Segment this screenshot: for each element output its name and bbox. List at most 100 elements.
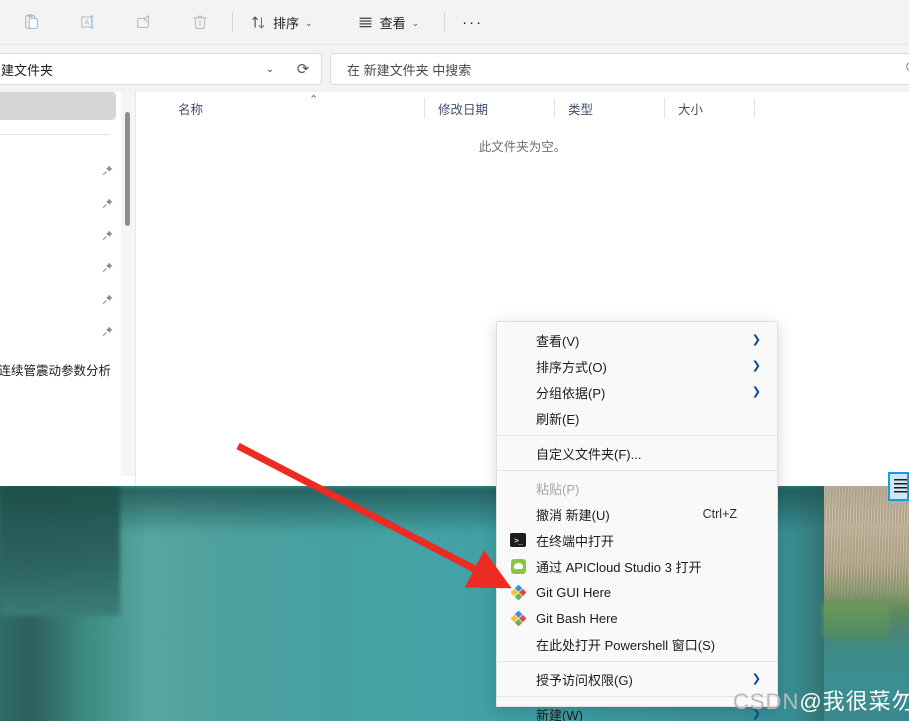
column-header-name[interactable]: 名称 ⌃ — [164, 92, 424, 124]
menu-item-git-bash-here[interactable]: Git Bash Here — [497, 605, 777, 631]
context-menu: 查看(V) ❯ 排序方式(O) ❯ 分组依据(P) ❯ 刷新(E) 自定义文件夹… — [496, 321, 778, 721]
menu-item-shortcut: Ctrl+Z — [702, 507, 737, 521]
chevron-right-icon: ❯ — [751, 385, 761, 398]
address-chevron-down-icon[interactable]: ⌄ — [255, 64, 285, 75]
ellipsis-icon: ··· — [462, 13, 484, 31]
menu-item-label: 撤消 新建(U) — [536, 507, 610, 523]
sidebar-divider — [0, 134, 110, 135]
menu-item-label: 粘贴(P) — [536, 481, 580, 497]
menu-item-label: Git Bash Here — [536, 610, 618, 626]
sidebar-item-label-clipped[interactable]: 的连续管震动参数分析 — [0, 360, 122, 379]
apicloud-icon — [510, 558, 526, 574]
paste-button[interactable] — [8, 6, 56, 38]
column-header-row: 名称 ⌃ 修改日期 类型 大小 — [136, 92, 909, 124]
share-button[interactable] — [120, 6, 168, 38]
hamburger-lines-icon — [894, 479, 907, 493]
sort-icon — [252, 16, 265, 28]
column-header-size[interactable]: 大小 — [664, 92, 754, 124]
git-icon — [510, 584, 526, 600]
menu-separator-1 — [497, 435, 777, 436]
refresh-icon[interactable]: ⟳ — [285, 60, 321, 78]
menu-item-git-gui-here[interactable]: Git GUI Here — [497, 579, 777, 605]
menu-separator-3 — [497, 661, 777, 662]
pin-icon[interactable] — [101, 261, 114, 274]
sidebar-item-selected[interactable] — [0, 92, 116, 120]
wallpaper-reeds-texture — [824, 486, 909, 596]
column-header-type[interactable]: 类型 — [554, 92, 664, 124]
menu-item-paste: 粘贴(P) — [497, 475, 777, 501]
svg-text:A: A — [84, 18, 89, 27]
pin-icon[interactable] — [101, 229, 114, 242]
menu-separator-2 — [497, 470, 777, 471]
menu-item-label: 排序方式(O) — [536, 359, 607, 375]
screen: A 排序 ⌄ 查看 ⌄ ··· 建文件夹 ⌄ ⟳ 在 新建文件夹 中搜索 连续管… — [0, 0, 909, 721]
sort-button[interactable]: 排序 ⌄ — [241, 6, 322, 38]
chevron-right-icon: ❯ — [751, 359, 761, 372]
menu-item-group-by[interactable]: 分组依据(P) ❯ — [497, 379, 777, 405]
column-divider-4[interactable] — [754, 98, 755, 118]
sidebar-item-4[interactable] — [0, 261, 118, 283]
menu-item-open-in-terminal[interactable]: >_ 在终端中打开 — [497, 527, 777, 553]
sort-ascending-icon: ⌃ — [309, 94, 319, 106]
menu-item-label: Git GUI Here — [536, 584, 612, 600]
csdn-watermark: CSDN@我很菜勿喷 — [733, 684, 909, 716]
rename-button[interactable]: A — [64, 6, 112, 38]
wallpaper-dark-reflection — [0, 486, 120, 616]
sidebar-item-2[interactable] — [0, 197, 118, 219]
column-header-date-modified[interactable]: 修改日期 — [424, 92, 554, 124]
menu-item-open-with-apicloud-studio[interactable]: 通过 APICloud Studio 3 打开 — [497, 553, 777, 579]
pin-icon[interactable] — [101, 164, 114, 177]
watermark-handle: @我很菜勿喷 — [799, 689, 909, 714]
chevron-right-icon: ❯ — [751, 333, 761, 346]
sidebar-scrollbar-thumb[interactable] — [125, 112, 130, 226]
menu-item-refresh[interactable]: 刷新(E) — [497, 405, 777, 431]
share-icon — [137, 15, 150, 28]
menu-item-open-powershell-here[interactable]: 在此处打开 Powershell 窗口(S) — [497, 631, 777, 657]
menu-item-customize-folder[interactable]: 自定义文件夹(F)... — [497, 440, 777, 466]
address-path-text: 建文件夹 — [1, 62, 54, 78]
menu-item-label: 在此处打开 Powershell 窗口(S) — [536, 637, 716, 653]
sort-label: 排序 — [273, 15, 300, 31]
rename-icon: A — [81, 15, 94, 29]
sidebar-item-6[interactable] — [0, 325, 118, 347]
pin-icon[interactable] — [101, 197, 114, 210]
menu-item-label: 查看(V) — [536, 333, 580, 349]
git-icon — [510, 610, 526, 626]
column-type-label: 类型 — [568, 102, 594, 117]
menu-item-label: 通过 APICloud Studio 3 打开 — [536, 559, 702, 575]
address-bar[interactable]: 建文件夹 ⌄ ⟳ — [0, 53, 322, 85]
paste-icon — [25, 14, 38, 29]
column-name-label: 名称 — [178, 102, 204, 117]
pin-icon[interactable] — [101, 293, 114, 306]
sidebar-item-3[interactable] — [0, 229, 118, 251]
menu-item-sort-by[interactable]: 排序方式(O) ❯ — [497, 353, 777, 379]
search-box[interactable]: 在 新建文件夹 中搜索 — [330, 53, 909, 85]
menu-item-label: 授予访问权限(G) — [536, 672, 633, 688]
column-size-label: 大小 — [678, 102, 704, 117]
menu-item-label: 刷新(E) — [536, 411, 580, 427]
chevron-down-icon: ⌄ — [305, 17, 313, 28]
view-button[interactable]: 查看 ⌄ — [348, 6, 429, 38]
sidebar-item-5[interactable] — [0, 293, 118, 315]
view-label: 查看 — [379, 15, 406, 31]
menu-item-view[interactable]: 查看(V) ❯ — [497, 327, 777, 353]
view-list-icon — [359, 17, 372, 27]
wallpaper-green-bank — [823, 604, 889, 638]
menu-item-undo-new[interactable]: 撤消 新建(U) Ctrl+Z — [497, 501, 777, 527]
chevron-down-icon: ⌄ — [411, 17, 420, 28]
column-date-label: 修改日期 — [438, 102, 489, 117]
menu-item-label: 自定义文件夹(F)... — [536, 446, 642, 462]
delete-button[interactable] — [176, 6, 224, 38]
menu-lines-widget[interactable] — [888, 472, 909, 501]
search-placeholder: 在 新建文件夹 中搜索 — [347, 62, 472, 78]
pin-icon[interactable] — [101, 325, 114, 338]
toolbar-divider-2 — [444, 12, 446, 32]
menu-item-label: 分组依据(P) — [536, 385, 606, 401]
sidebar-item-1[interactable] — [0, 164, 118, 186]
search-icon — [895, 61, 909, 78]
menu-item-label: 在终端中打开 — [536, 533, 615, 549]
terminal-icon: >_ — [510, 532, 526, 548]
chevron-right-icon: ❯ — [751, 672, 761, 685]
more-options-button[interactable]: ··· — [453, 6, 492, 38]
address-row: 建文件夹 ⌄ ⟳ 在 新建文件夹 中搜索 — [0, 45, 909, 92]
